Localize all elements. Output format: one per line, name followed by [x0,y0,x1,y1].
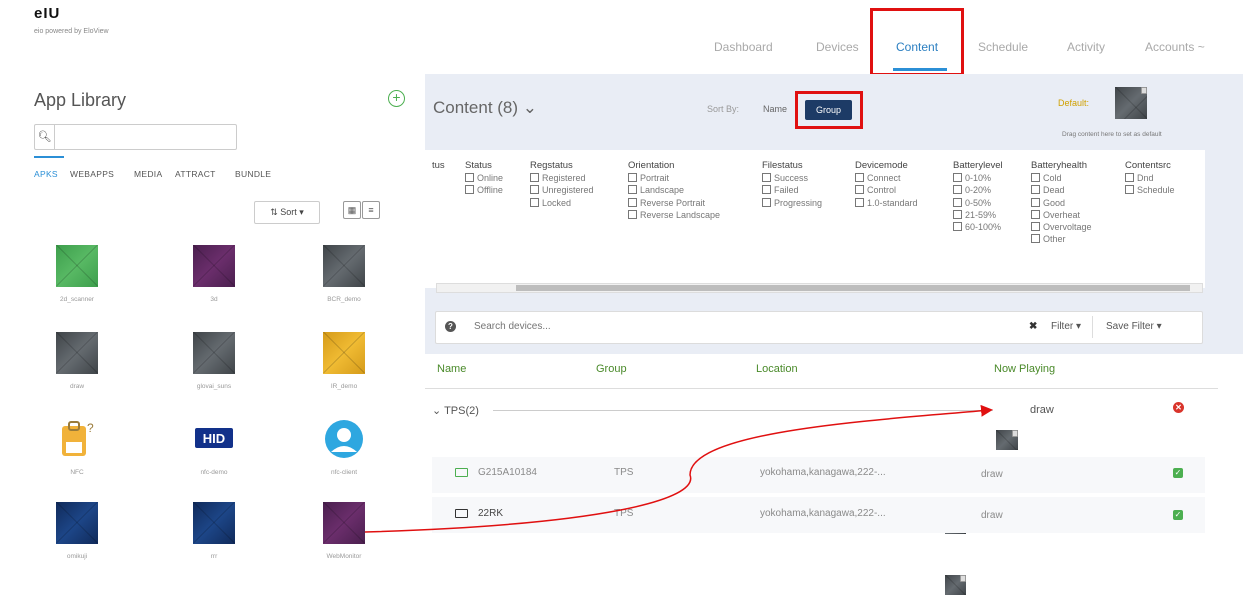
drag-annotation-arrow [364,404,993,533]
now-playing-thumbnail[interactable] [945,575,966,595]
file-badge-icon [960,575,966,582]
